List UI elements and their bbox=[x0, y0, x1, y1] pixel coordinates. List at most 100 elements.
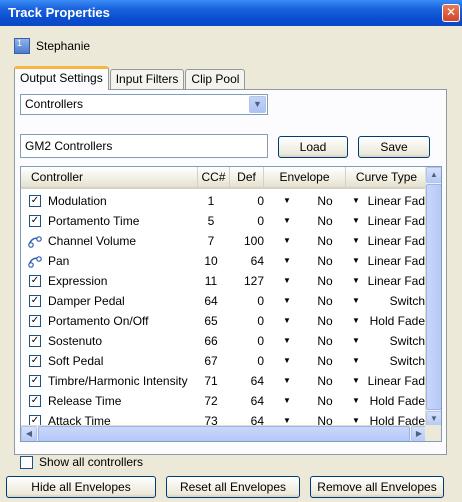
horizontal-scrollbar[interactable]: ◀ ▶ bbox=[21, 425, 427, 441]
envelope-dropdown-icon[interactable]: ▼ bbox=[282, 391, 292, 411]
remove-all-envelopes-button[interactable]: Remove all Envelopes bbox=[310, 476, 444, 498]
envelope-dropdown-icon[interactable]: ▼ bbox=[282, 231, 292, 251]
row-checkbox[interactable]: ✓ bbox=[29, 335, 41, 347]
column-header-controller[interactable]: Controller bbox=[21, 167, 198, 187]
default-value[interactable]: 0 bbox=[234, 311, 264, 331]
column-header-def[interactable]: Def bbox=[230, 167, 264, 187]
curve-dropdown-icon[interactable]: ▼ bbox=[351, 331, 361, 351]
curve-type-value[interactable]: Switch bbox=[367, 331, 427, 351]
row-checkbox[interactable]: ✓ bbox=[29, 375, 41, 387]
curve-type-value[interactable]: Linear Fad bbox=[367, 191, 427, 211]
envelope-dropdown-icon[interactable]: ▼ bbox=[282, 291, 292, 311]
tab-output-settings[interactable]: Output Settings bbox=[14, 66, 109, 90]
curve-dropdown-icon[interactable]: ▼ bbox=[351, 251, 361, 271]
row-checkbox[interactable]: ✓ bbox=[29, 395, 41, 407]
tab-clip-pool[interactable]: Clip Pool bbox=[185, 69, 246, 90]
curve-dropdown-icon[interactable]: ▼ bbox=[351, 371, 361, 391]
row-checkbox[interactable]: ✓ bbox=[29, 295, 41, 307]
curve-dropdown-icon[interactable]: ▼ bbox=[351, 191, 361, 211]
table-row[interactable]: ✓ Portamento Time 5 0 ▼ No ▼ Linear Fad bbox=[21, 211, 427, 231]
curve-dropdown-icon[interactable]: ▼ bbox=[351, 231, 361, 251]
envelope-dropdown-icon[interactable]: ▼ bbox=[282, 271, 292, 291]
hide-all-envelopes-button[interactable]: Hide all Envelopes bbox=[6, 476, 156, 498]
envelope-dropdown-icon[interactable]: ▼ bbox=[282, 251, 292, 271]
scroll-up-icon[interactable]: ▲ bbox=[426, 167, 441, 183]
column-header-cc[interactable]: CC# bbox=[198, 167, 230, 187]
envelope-dropdown-icon[interactable]: ▼ bbox=[282, 371, 292, 391]
table-row[interactable]: ✓ Timbre/Harmonic Intensity 71 64 ▼ No ▼ Linear… bbox=[21, 371, 427, 391]
row-checkbox[interactable]: ✓ bbox=[29, 355, 41, 367]
save-button[interactable]: Save bbox=[358, 136, 430, 158]
table-row[interactable]: ✓ Portamento On/Off 65 0 ▼ No ▼ Hold Fade bbox=[21, 311, 427, 331]
row-checkbox[interactable]: ✓ bbox=[29, 315, 41, 327]
curve-type-value[interactable]: Switch bbox=[367, 351, 427, 371]
table-row[interactable]: Pan 10 64 ▼ No ▼ Linear Fad bbox=[21, 251, 427, 271]
curve-type-value[interactable]: Linear Fad bbox=[367, 251, 427, 271]
title-bar[interactable]: Track Properties ✕ bbox=[0, 0, 462, 26]
curve-dropdown-icon[interactable]: ▼ bbox=[351, 291, 361, 311]
close-button[interactable]: ✕ bbox=[442, 4, 460, 22]
envelope-value[interactable]: No bbox=[313, 231, 337, 251]
table-row[interactable]: ✓ Modulation 1 0 ▼ No ▼ Linear Fad bbox=[21, 191, 427, 211]
table-row[interactable]: ✓ Sostenuto 66 0 ▼ No ▼ Switch bbox=[21, 331, 427, 351]
tab-input-filters[interactable]: Input Filters bbox=[109, 69, 185, 90]
mode-dropdown[interactable]: Controllers ▼ bbox=[20, 94, 268, 115]
curve-type-value[interactable]: Hold Fade bbox=[367, 391, 427, 411]
envelope-dropdown-icon[interactable]: ▼ bbox=[282, 331, 292, 351]
default-value[interactable]: 0 bbox=[234, 191, 264, 211]
curve-type-value[interactable]: Linear Fad bbox=[367, 371, 427, 391]
scroll-left-icon[interactable]: ◀ bbox=[21, 426, 37, 441]
envelope-dropdown-icon[interactable]: ▼ bbox=[282, 311, 292, 331]
curve-dropdown-icon[interactable]: ▼ bbox=[351, 211, 361, 231]
default-value[interactable]: 64 bbox=[234, 251, 264, 271]
default-value[interactable]: 100 bbox=[234, 231, 264, 251]
horizontal-scroll-thumb[interactable] bbox=[38, 426, 410, 441]
envelope-value[interactable]: No bbox=[313, 191, 337, 211]
curve-type-value[interactable]: Linear Fad bbox=[367, 271, 427, 291]
curve-type-value[interactable]: Switch bbox=[367, 291, 427, 311]
vertical-scroll-thumb[interactable] bbox=[426, 184, 441, 410]
curve-dropdown-icon[interactable]: ▼ bbox=[351, 351, 361, 371]
envelope-dropdown-icon[interactable]: ▼ bbox=[282, 211, 292, 231]
row-checkbox[interactable]: ✓ bbox=[29, 275, 41, 287]
table-row[interactable]: ✓ Release Time 72 64 ▼ No ▼ Hold Fade bbox=[21, 391, 427, 411]
curve-dropdown-icon[interactable]: ▼ bbox=[351, 311, 361, 331]
envelope-value[interactable]: No bbox=[313, 291, 337, 311]
curve-dropdown-icon[interactable]: ▼ bbox=[351, 391, 361, 411]
default-value[interactable]: 0 bbox=[234, 211, 264, 231]
row-checkbox[interactable]: ✓ bbox=[29, 215, 41, 227]
default-value[interactable]: 127 bbox=[234, 271, 264, 291]
curve-type-value[interactable]: Hold Fade bbox=[367, 311, 427, 331]
default-value[interactable]: 64 bbox=[234, 391, 264, 411]
table-row[interactable]: ✓ Damper Pedal 64 0 ▼ No ▼ Switch bbox=[21, 291, 427, 311]
envelope-value[interactable]: No bbox=[313, 211, 337, 231]
envelope-value[interactable]: No bbox=[313, 371, 337, 391]
table-row[interactable]: ✓ Soft Pedal 67 0 ▼ No ▼ Switch bbox=[21, 351, 427, 371]
envelope-value[interactable]: No bbox=[313, 311, 337, 331]
vertical-scrollbar[interactable]: ▲ ▼ bbox=[425, 167, 441, 427]
envelope-value[interactable]: No bbox=[313, 251, 337, 271]
envelope-dropdown-icon[interactable]: ▼ bbox=[282, 191, 292, 211]
table-row[interactable]: ✓ Expression 11 127 ▼ No ▼ Linear Fad bbox=[21, 271, 427, 291]
default-value[interactable]: 64 bbox=[234, 371, 264, 391]
chevron-down-icon[interactable]: ▼ bbox=[249, 96, 266, 113]
default-value[interactable]: 0 bbox=[234, 351, 264, 371]
envelope-value[interactable]: No bbox=[313, 391, 337, 411]
envelope-value[interactable]: No bbox=[313, 271, 337, 291]
curve-type-value[interactable]: Linear Fad bbox=[367, 231, 427, 251]
show-all-checkbox[interactable] bbox=[20, 455, 33, 469]
envelope-value[interactable]: No bbox=[313, 331, 337, 351]
column-header-envelope[interactable]: Envelope bbox=[264, 167, 346, 187]
table-row[interactable]: Channel Volume 7 100 ▼ No ▼ Linear Fad bbox=[21, 231, 427, 251]
envelope-dropdown-icon[interactable]: ▼ bbox=[282, 351, 292, 371]
envelope-value[interactable]: No bbox=[313, 351, 337, 371]
curve-type-value[interactable]: Linear Fad bbox=[367, 211, 427, 231]
default-value[interactable]: 0 bbox=[234, 331, 264, 351]
row-checkbox[interactable]: ✓ bbox=[29, 195, 41, 207]
show-all-controllers[interactable]: Show all controllers bbox=[20, 453, 143, 471]
curve-dropdown-icon[interactable]: ▼ bbox=[351, 271, 361, 291]
default-value[interactable]: 0 bbox=[234, 291, 264, 311]
preset-name-field[interactable]: GM2 Controllers bbox=[20, 134, 268, 158]
reset-all-envelopes-button[interactable]: Reset all Envelopes bbox=[166, 476, 300, 498]
column-header-curve-type[interactable]: Curve Type bbox=[346, 167, 427, 187]
